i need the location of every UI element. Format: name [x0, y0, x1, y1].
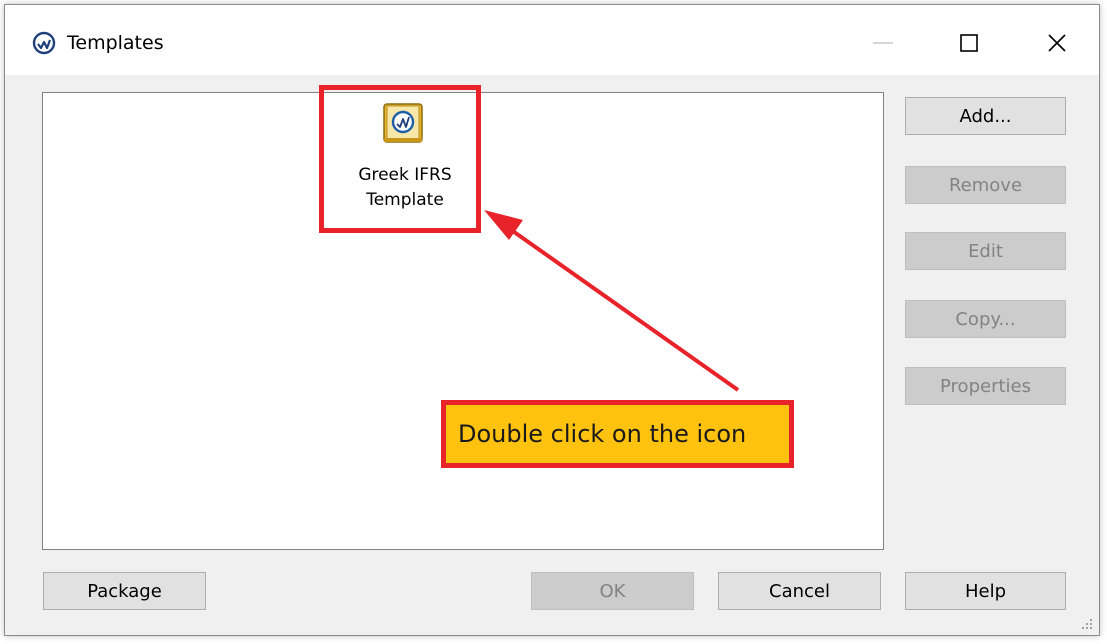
- resize-grip-icon[interactable]: [1079, 615, 1093, 629]
- remove-button[interactable]: Remove: [905, 166, 1066, 204]
- annotation-callout: Double click on the icon: [441, 400, 794, 468]
- maximize-button[interactable]: [945, 17, 993, 69]
- add-button[interactable]: Add...: [905, 97, 1066, 135]
- edit-button[interactable]: Edit: [905, 232, 1066, 270]
- template-highlight-box: [319, 85, 481, 233]
- copy-button[interactable]: Copy...: [905, 300, 1066, 338]
- app-logo-icon: [32, 31, 56, 55]
- templates-dialog: Templates Greek IFRS Template Add... Rem…: [4, 4, 1100, 636]
- title-bar[interactable]: Templates: [5, 5, 1099, 75]
- cancel-button[interactable]: Cancel: [718, 572, 881, 610]
- properties-button[interactable]: Properties: [905, 367, 1066, 405]
- window-title: Templates: [67, 32, 164, 54]
- callout-text: Double click on the icon: [458, 420, 747, 448]
- package-button[interactable]: Package: [43, 572, 206, 610]
- ok-button[interactable]: OK: [531, 572, 694, 610]
- close-button[interactable]: [1033, 17, 1081, 69]
- maximize-icon: [960, 34, 978, 52]
- close-icon: [1048, 34, 1066, 52]
- minimize-button[interactable]: [859, 17, 907, 69]
- help-button[interactable]: Help: [905, 572, 1066, 610]
- minimize-icon: [873, 42, 893, 44]
